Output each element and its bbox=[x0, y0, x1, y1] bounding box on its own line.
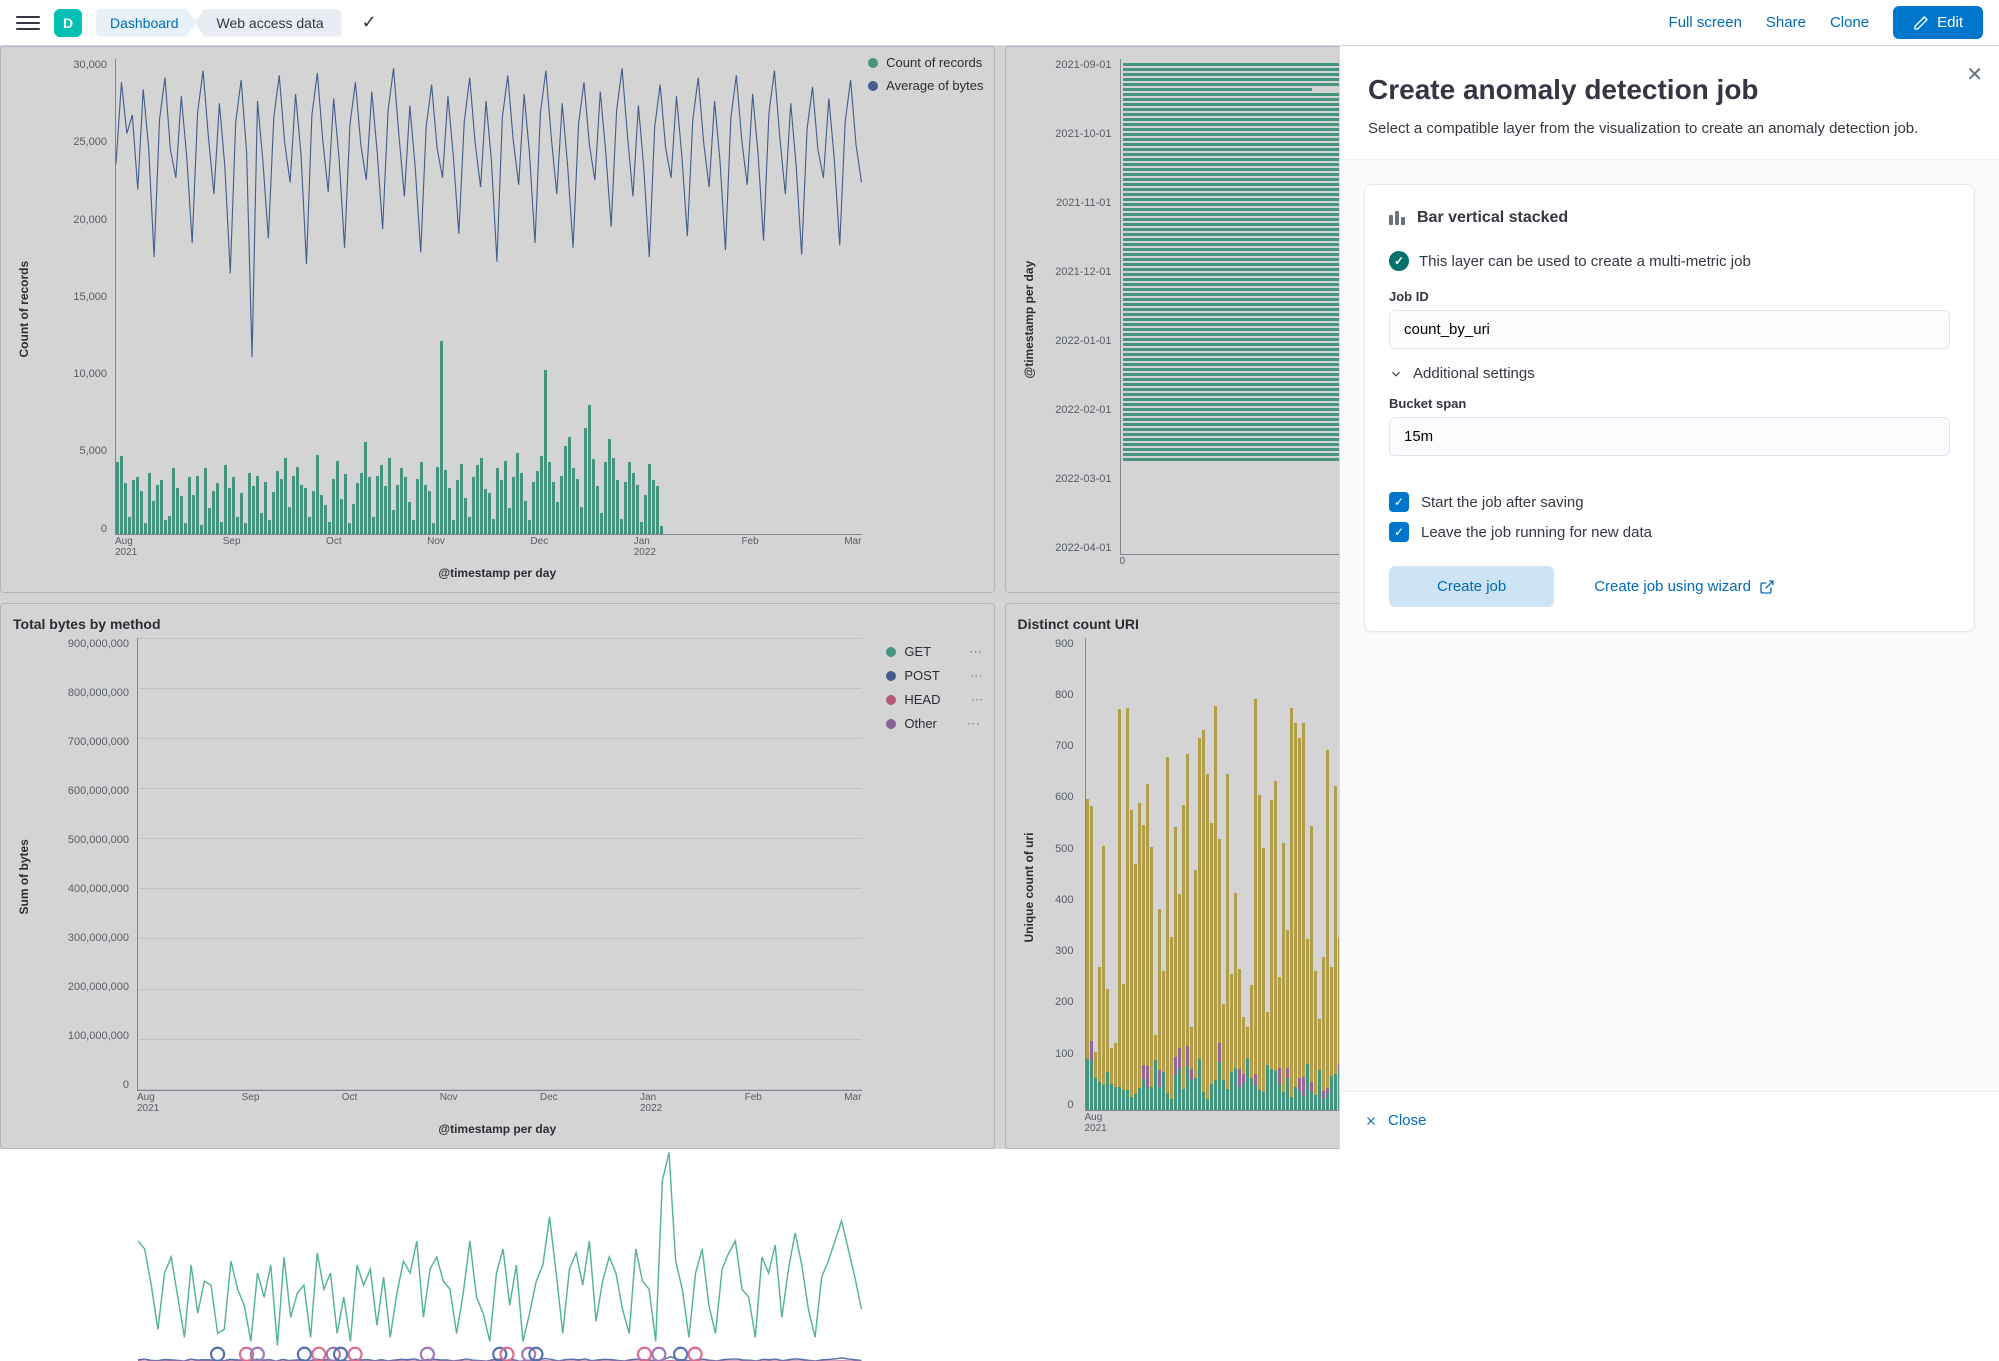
checkbox-label: Leave the job running for new data bbox=[1421, 524, 1652, 541]
chevron-down-icon bbox=[1389, 367, 1403, 381]
job-id-label: Job ID bbox=[1389, 289, 1950, 304]
panel-title: Total bytes by method bbox=[13, 616, 982, 632]
create-anomaly-job-flyout: ✕ Create anomaly detection job Select a … bbox=[1339, 46, 1999, 1149]
breadcrumb-dashboard[interactable]: Dashboard bbox=[96, 9, 197, 37]
pencil-icon bbox=[1913, 15, 1929, 31]
wizard-link-label: Create job using wizard bbox=[1594, 578, 1751, 595]
clone-button[interactable]: Clone bbox=[1830, 14, 1869, 31]
bar-chart-icon bbox=[1389, 211, 1405, 225]
saved-check-icon[interactable]: ✓ bbox=[362, 12, 377, 33]
check-circle-icon: ✓ bbox=[1389, 251, 1409, 271]
breadcrumb-web-access-data[interactable]: Web access data bbox=[195, 9, 342, 37]
card-header: Bar vertical stacked bbox=[1389, 209, 1950, 227]
create-job-button[interactable]: Create job bbox=[1389, 566, 1554, 607]
layer-card: Bar vertical stacked ✓ This layer can be… bbox=[1364, 184, 1975, 632]
x-ticks: Aug2021SepOctNovDecJan2022FebMar bbox=[137, 1092, 862, 1116]
edit-button-label: Edit bbox=[1937, 14, 1963, 31]
chart-area[interactable]: 900,000,000800,000,000700,000,000600,000… bbox=[35, 638, 982, 1117]
checkbox-label: Start the job after saving bbox=[1421, 494, 1584, 511]
chart-area[interactable]: 30,00025,00020,00015,00010,0005,0000 Aug… bbox=[35, 59, 982, 560]
checkbox-checked-icon: ✓ bbox=[1389, 492, 1409, 512]
flyout-footer: Close bbox=[1340, 1091, 1999, 1149]
close-button[interactable]: Close bbox=[1364, 1112, 1975, 1129]
status-text: This layer can be used to create a multi… bbox=[1419, 253, 1751, 270]
panel-total-bytes-by-method: Total bytes by method GET⋯ POST⋯ HEAD⋯ O… bbox=[0, 603, 995, 1150]
accordion-label: Additional settings bbox=[1413, 365, 1535, 382]
app-badge[interactable]: D bbox=[54, 9, 82, 37]
share-button[interactable]: Share bbox=[1766, 14, 1806, 31]
y-axis-label: @timestamp per day bbox=[1018, 59, 1040, 580]
app-header: D Dashboard Web access data ✓ Full scree… bbox=[0, 0, 1999, 46]
start-after-save-checkbox[interactable]: ✓ Start the job after saving bbox=[1389, 492, 1950, 512]
additional-settings-toggle[interactable]: Additional settings bbox=[1389, 365, 1950, 382]
y-ticks: 9008007006005004003002001000 bbox=[1040, 638, 1080, 1112]
edit-button[interactable]: Edit bbox=[1893, 6, 1983, 39]
y-axis-label: Sum of bytes bbox=[13, 638, 35, 1117]
x-icon bbox=[1364, 1114, 1378, 1128]
bucket-span-label: Bucket span bbox=[1389, 396, 1950, 411]
card-title: Bar vertical stacked bbox=[1417, 209, 1568, 227]
chart-canvas bbox=[137, 638, 862, 1092]
job-id-input[interactable] bbox=[1389, 310, 1950, 349]
flyout-body: Bar vertical stacked ✓ This layer can be… bbox=[1340, 160, 1999, 1091]
checkbox-checked-icon: ✓ bbox=[1389, 522, 1409, 542]
bucket-span-input[interactable] bbox=[1389, 417, 1950, 456]
menu-icon[interactable] bbox=[16, 11, 40, 35]
y-axis-label: Unique count of uri bbox=[1018, 638, 1040, 1137]
leave-running-checkbox[interactable]: ✓ Leave the job running for new data bbox=[1389, 522, 1950, 542]
flyout-title: Create anomaly detection job bbox=[1368, 74, 1971, 106]
create-job-wizard-link[interactable]: Create job using wizard bbox=[1594, 578, 1775, 595]
chart-canvas bbox=[115, 59, 862, 535]
card-actions: Create job Create job using wizard bbox=[1389, 566, 1950, 607]
y-axis-label: Count of records bbox=[13, 59, 35, 560]
y-ticks: 2021-09-012021-10-012021-11-012021-12-01… bbox=[1040, 59, 1118, 555]
popout-icon bbox=[1759, 579, 1775, 595]
y-ticks: 30,00025,00020,00015,00010,0005,0000 bbox=[35, 59, 113, 535]
header-actions: Full screen Share Clone Edit bbox=[1669, 6, 1983, 39]
full-screen-button[interactable]: Full screen bbox=[1669, 14, 1742, 31]
breadcrumb: Dashboard Web access data bbox=[96, 9, 342, 37]
panel-count-records: Count of records Average of bytes Count … bbox=[0, 46, 995, 593]
flyout-header: ✕ Create anomaly detection job Select a … bbox=[1340, 46, 1999, 160]
close-label: Close bbox=[1388, 1112, 1426, 1129]
status-line: ✓ This layer can be used to create a mul… bbox=[1389, 251, 1950, 271]
close-icon[interactable]: ✕ bbox=[1966, 62, 1983, 87]
x-ticks: Aug2021SepOctNovDecJan2022FebMar bbox=[115, 536, 862, 560]
y-ticks: 900,000,000800,000,000700,000,000600,000… bbox=[35, 638, 135, 1092]
flyout-subtitle: Select a compatible layer from the visua… bbox=[1368, 120, 1971, 137]
